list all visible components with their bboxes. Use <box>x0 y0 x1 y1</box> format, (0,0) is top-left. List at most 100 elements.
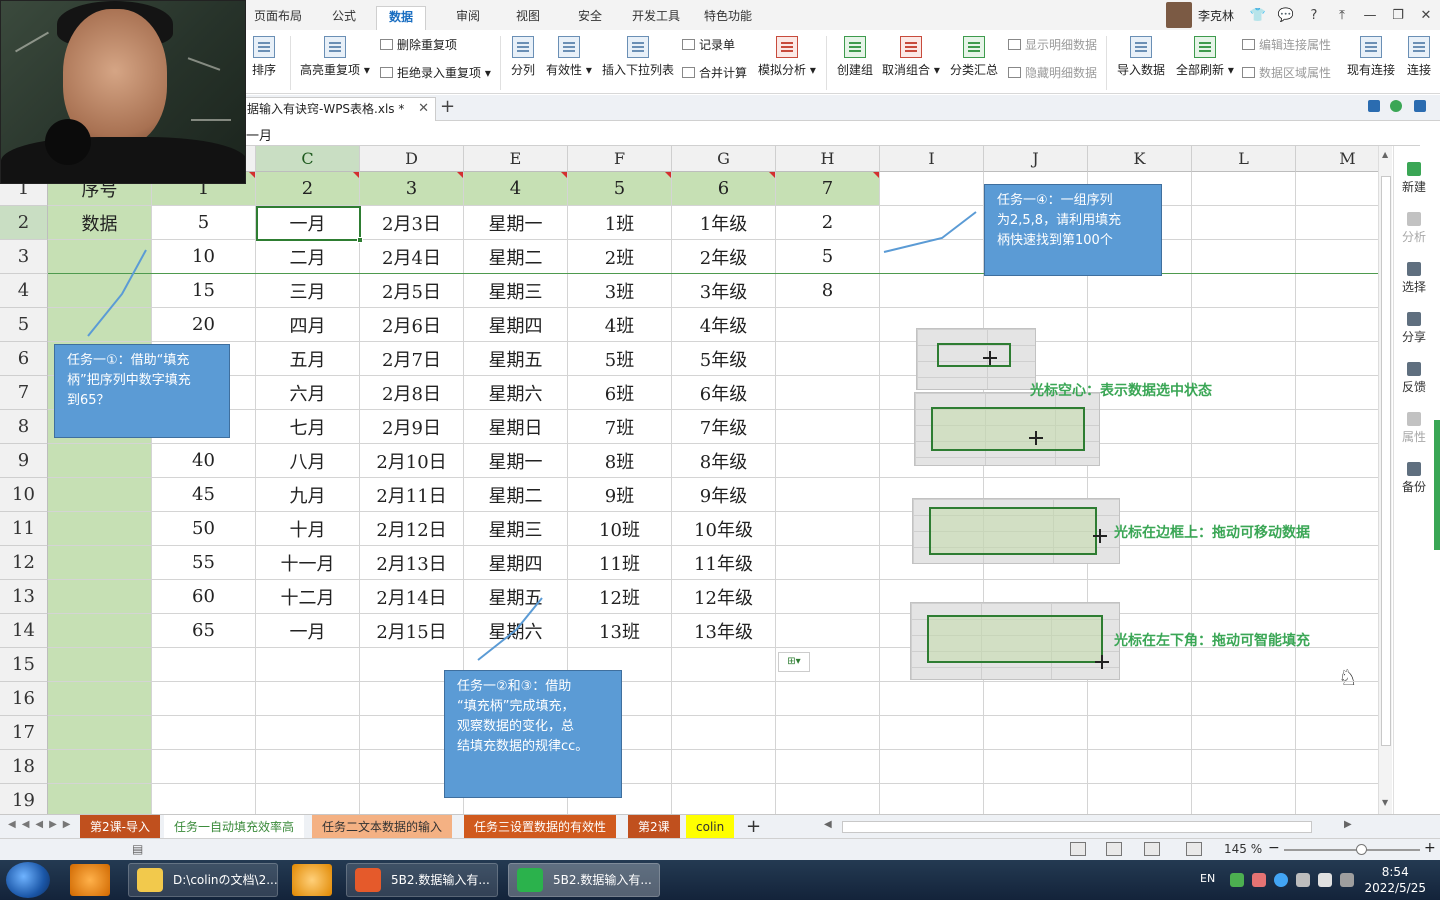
reading-mode-icon[interactable] <box>1186 842 1202 856</box>
data-region-button[interactable]: 数据区域属性 <box>1242 64 1331 82</box>
side-feedback-button[interactable]: 反馈 <box>1394 362 1434 395</box>
cloud-sync-icon[interactable] <box>1390 100 1402 112</box>
grid-cell[interactable]: 星期二 <box>464 240 568 274</box>
formula-value[interactable]: 一月 <box>246 125 272 144</box>
grid-cell[interactable]: 13年级 <box>672 614 776 648</box>
grid-cell[interactable] <box>672 750 776 784</box>
insert-dropdown-button[interactable]: 插入下拉列表 <box>602 36 674 78</box>
grid-cell[interactable] <box>1296 784 1378 814</box>
grid-cell[interactable] <box>48 308 152 342</box>
grid-cell[interactable]: 4年级 <box>672 308 776 342</box>
sheet-tab[interactable]: 第2课-导入 <box>80 815 160 839</box>
usb-icon[interactable] <box>1296 873 1310 887</box>
grid-cell[interactable] <box>776 580 880 614</box>
document-tab[interactable]: 据输入有诀窍-WPS表格.xls * ✕ <box>240 97 436 121</box>
grid-cell[interactable] <box>1192 240 1296 274</box>
volume-icon[interactable] <box>1318 873 1332 887</box>
grid-cell[interactable]: 2班 <box>568 240 672 274</box>
grid-cell[interactable] <box>48 478 152 512</box>
hide-detail-button[interactable]: 隐藏明细数据 <box>1008 64 1097 82</box>
horizontal-scroll-thumb[interactable] <box>842 821 1312 833</box>
grid-cell[interactable] <box>1192 648 1296 682</box>
grid-cell[interactable] <box>776 546 880 580</box>
header-cell[interactable]: 5 <box>568 172 672 206</box>
grid-cell[interactable] <box>1192 274 1296 308</box>
grid-cell[interactable]: 11年级 <box>672 546 776 580</box>
row-header[interactable]: 18 <box>0 750 48 784</box>
grid-cell[interactable]: 3年级 <box>672 274 776 308</box>
grid-cell[interactable]: 6班 <box>568 376 672 410</box>
grid-cell[interactable] <box>1192 342 1296 376</box>
grid-cell[interactable]: 一月 <box>256 206 360 240</box>
grid-cell[interactable]: 2月6日 <box>360 308 464 342</box>
grid-cell[interactable] <box>776 512 880 546</box>
grid-cell[interactable] <box>1296 682 1378 716</box>
grid-cell[interactable]: 2月11日 <box>360 478 464 512</box>
grid-cell[interactable]: 2月10日 <box>360 444 464 478</box>
row-header[interactable]: 3 <box>0 240 48 274</box>
sheet-tab[interactable]: 第2课 <box>628 815 680 839</box>
grid-cell[interactable] <box>256 648 360 682</box>
grid-cell[interactable]: 四月 <box>256 308 360 342</box>
grid-cell[interactable] <box>1192 682 1296 716</box>
autofill-options-icon[interactable]: ⊞▾ <box>778 652 810 672</box>
grid-cell[interactable] <box>880 240 984 274</box>
grid-cell[interactable]: 13班 <box>568 614 672 648</box>
grid-cell[interactable]: 8班 <box>568 444 672 478</box>
grid-cell[interactable]: 星期一 <box>464 444 568 478</box>
column-header-k[interactable]: K <box>1088 146 1192 172</box>
row-header[interactable]: 2 <box>0 206 48 240</box>
system-clock[interactable]: 8:54 2022/5/25 <box>1364 864 1426 896</box>
sheet-tab[interactable]: 任务三设置数据的有效性 <box>464 815 617 839</box>
grid-cell[interactable]: 星期四 <box>464 546 568 580</box>
grid-cell[interactable] <box>1296 206 1378 240</box>
header-cell[interactable]: 3 <box>360 172 464 206</box>
header-cell[interactable]: 4 <box>464 172 568 206</box>
grid-cell[interactable]: 2月7日 <box>360 342 464 376</box>
row-header[interactable]: 7 <box>0 376 48 410</box>
grid-cell[interactable]: 2月14日 <box>360 580 464 614</box>
grid-cell[interactable] <box>672 784 776 814</box>
grid-cell[interactable]: 7年级 <box>672 410 776 444</box>
grid-cell[interactable] <box>48 546 152 580</box>
row-header[interactable]: 19 <box>0 784 48 814</box>
close-tab-icon[interactable]: ✕ <box>418 98 429 120</box>
grid-cell[interactable] <box>48 444 152 478</box>
flower-app-icon[interactable] <box>1252 873 1266 887</box>
grid-cell[interactable]: 星期六 <box>464 614 568 648</box>
sheet-tab[interactable]: 任务一自动填充效率高 <box>164 815 305 839</box>
row-header[interactable]: 14 <box>0 614 48 648</box>
grid-cell[interactable] <box>1088 682 1192 716</box>
grid-cell[interactable] <box>1296 546 1378 580</box>
start-button-icon[interactable] <box>6 862 50 898</box>
grid-cell[interactable]: 10班 <box>568 512 672 546</box>
grid-cell[interactable] <box>48 614 152 648</box>
grid-cell[interactable]: 9班 <box>568 478 672 512</box>
taskbar-explorer[interactable]: D:\colinの文档\2... <box>128 863 278 897</box>
grid-cell[interactable] <box>880 274 984 308</box>
grid-cell[interactable]: 5 <box>776 240 880 274</box>
grid-cell[interactable] <box>256 750 360 784</box>
grid-cell[interactable] <box>672 648 776 682</box>
grid-cell[interactable] <box>1296 648 1378 682</box>
grid-cell[interactable] <box>48 750 152 784</box>
highlight-duplicates-button[interactable]: 高亮重复项 ▾ <box>300 36 370 78</box>
grid-cell[interactable] <box>880 682 984 716</box>
column-header-m[interactable]: M <box>1296 146 1378 172</box>
header-cell[interactable] <box>1192 172 1296 206</box>
ribbon-tab[interactable]: 视图 <box>504 6 552 30</box>
grid-cell[interactable] <box>256 716 360 750</box>
edit-connection-button[interactable]: 编辑连接属性 <box>1242 36 1331 54</box>
grid-cell[interactable]: 三月 <box>256 274 360 308</box>
reject-duplicates-button[interactable]: 拒绝录入重复项 ▾ <box>380 64 491 82</box>
grid-cell[interactable]: 2年级 <box>672 240 776 274</box>
zoom-slider[interactable] <box>1284 844 1420 855</box>
user-name[interactable]: 李克林 <box>1198 7 1234 24</box>
minimize-icon[interactable]: — <box>1356 8 1384 23</box>
grid-cell[interactable] <box>48 682 152 716</box>
normal-view-icon[interactable] <box>1070 842 1086 856</box>
grid-cell[interactable] <box>672 716 776 750</box>
import-data-button[interactable]: 导入数据 <box>1117 36 1165 78</box>
grid-cell[interactable] <box>48 716 152 750</box>
grid-cell[interactable]: 5 <box>152 206 256 240</box>
